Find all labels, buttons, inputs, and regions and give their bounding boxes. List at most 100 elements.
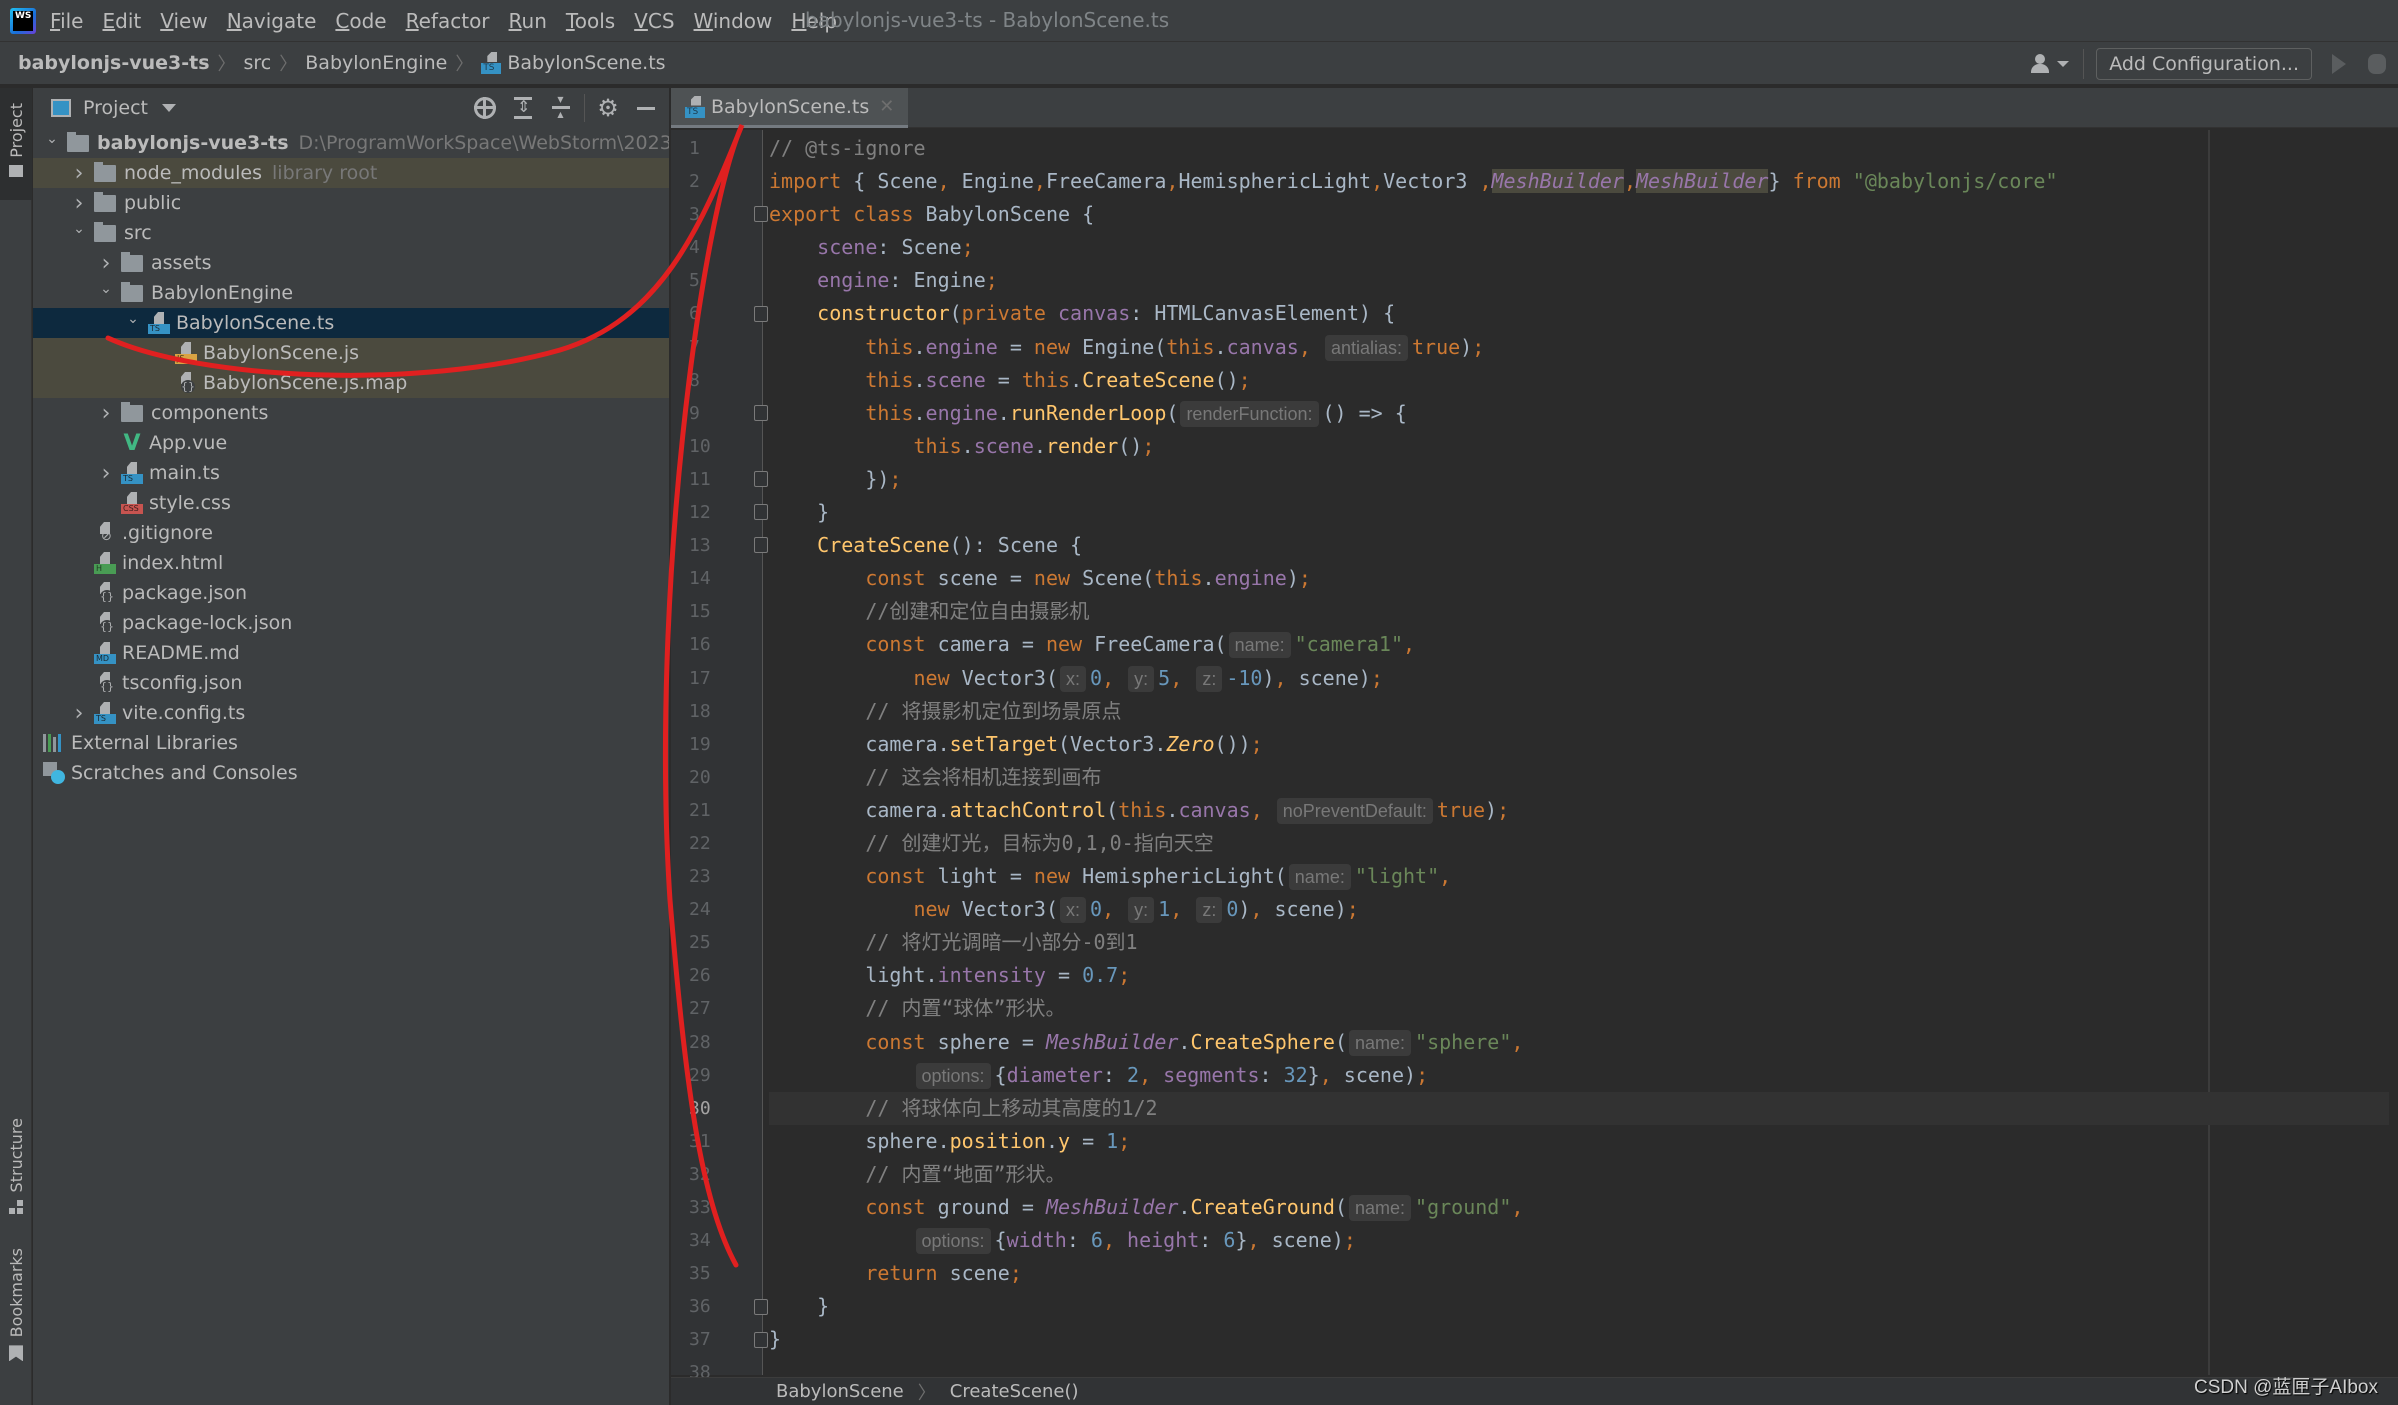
tree-item[interactable]: ⌄ BabylonEngine [33,278,669,308]
tree-item[interactable]: JS BabylonScene.js [33,338,669,368]
tree-item[interactable]: BabylonScene.js.map [33,368,669,398]
code-line[interactable]: // 这会将相机连接到画布 [769,761,2389,794]
collapse-all-button[interactable] [542,88,580,128]
code-lines[interactable]: // @ts-ignore import { Scene, Engine,Free… [769,132,2389,1390]
chevron-down-icon[interactable]: ⌄ [70,221,88,237]
code-line[interactable]: new Vector3(x: 0, y: 5, z: -10), scene); [769,662,2389,695]
code-line[interactable]: const scene = new Scene(this.engine); [769,562,2389,595]
tool-tab-project[interactable]: Project [0,88,32,200]
code-line[interactable]: // 将摄影机定位到场景原点 [769,695,2389,728]
chevron-right-icon[interactable]: › [70,701,88,726]
close-icon[interactable]: ✕ [879,96,894,117]
tool-tab-bookmarks[interactable]: Bookmarks [0,1248,32,1369]
fold-icon[interactable] [754,504,768,521]
menu-code[interactable]: Code [335,9,386,33]
code-line[interactable]: this.scene.render(); [769,430,2389,463]
add-configuration-button[interactable]: Add Configuration... [2096,48,2312,80]
fold-icon[interactable] [754,305,768,322]
tree-item[interactable]: ⌄ src [33,218,669,248]
tree-item[interactable]: V App.vue [33,428,669,458]
menu-tools[interactable]: Tools [566,9,615,33]
chevron-right-icon[interactable]: › [97,401,115,426]
chevron-down-icon[interactable] [2057,61,2070,67]
chevron-right-icon[interactable]: › [97,251,115,276]
tab-babylonscene-ts[interactable]: TS BabylonScene.ts ✕ [671,88,909,128]
chevron-down-icon[interactable] [162,104,177,112]
code-line[interactable]: this.scene = this.CreateScene(); [769,364,2389,397]
code-line[interactable]: //创建和定位自由摄影机 [769,595,2389,628]
code-line[interactable]: const sphere = MeshBuilder.CreateSphere(… [769,1026,2389,1059]
chevron-down-icon[interactable]: ⌄ [43,131,61,147]
chevron-right-icon[interactable]: › [70,161,88,186]
tree-item[interactable]: tsconfig.json [33,668,669,698]
hide-panel-button[interactable] [627,88,665,128]
code-line[interactable]: CreateScene(): Scene { [769,529,2389,562]
tree-item[interactable]: package.json [33,578,669,608]
breadcrumb-src[interactable]: src [244,52,272,74]
code-line[interactable]: constructor(private canvas: HTMLCanvasEl… [769,297,2389,330]
tree-item[interactable]: External Libraries [33,728,669,758]
code-line[interactable]: light.intensity = 0.7; [769,959,2389,992]
code-area[interactable]: 1 2 3 4 5 6 7 8 9 10 11 12 13 14 15 16 17 18 19 20 21 22 23 24 2… [671,130,2398,1402]
menu-window[interactable]: Window [694,9,773,33]
menu-run[interactable]: Run [509,9,547,33]
tree-item[interactable]: ⌄ TS BabylonScene.ts [33,308,669,338]
tree-item[interactable]: MD README.md [33,638,669,668]
code-line[interactable]: engine: Engine; [769,264,2389,297]
code-line[interactable]: this.engine = new Engine(this.canvas, an… [769,331,2389,364]
tree-item[interactable]: Hindex.html [33,548,669,578]
code-line[interactable]: // 内置“地面”形状。 [769,1158,2389,1191]
code-line[interactable]: // 将灯光调暗一小部分-0到1 [769,926,2389,959]
code-line[interactable]: // 将球体向上移动其高度的1/2 [769,1091,2389,1125]
code-line[interactable]: new Vector3(x: 0, y: 1, z: 0), scene); [769,893,2389,926]
code-line[interactable]: camera.attachControl(this.canvas, noPrev… [769,794,2389,827]
chevron-right-icon[interactable]: › [70,191,88,216]
code-line[interactable]: } [769,1290,2389,1323]
code-line[interactable]: options: {diameter: 2, segments: 32}, sce… [769,1059,2389,1092]
options-button[interactable]: ⚙ [589,88,627,128]
code-line[interactable]: options: {width: 6, height: 6}, scene); [769,1224,2389,1257]
editor-breadcrumb-class[interactable]: BabylonScene [776,1381,904,1402]
tree-item[interactable]: › assets [33,248,669,278]
code-line[interactable]: const light = new HemisphericLight(name:… [769,860,2389,893]
code-line[interactable]: } [769,1323,2389,1356]
locate-file-button[interactable] [466,88,504,128]
tree-item[interactable]: › TS vite.config.ts [33,698,669,728]
fold-icon[interactable] [754,206,768,223]
user-icon[interactable] [2031,54,2053,74]
code-line[interactable]: this.engine.runRenderLoop(renderFunction… [769,397,2389,430]
code-line[interactable]: export class BabylonScene { [769,198,2389,231]
code-line[interactable]: // @ts-ignore [769,132,2389,165]
fold-icon[interactable] [754,537,768,554]
code-line[interactable]: const camera = new FreeCamera(name: "came… [769,628,2389,661]
fold-icon[interactable] [754,404,768,421]
code-line[interactable]: // 内置“球体”形状。 [769,992,2389,1025]
breadcrumb-file[interactable]: TS BabylonScene.ts [481,52,666,74]
tree-item[interactable]: › public [33,188,669,218]
chevron-down-icon[interactable]: ⌄ [124,311,142,327]
tree-item[interactable]: package-lock.json [33,608,669,638]
fold-icon[interactable] [754,1298,768,1315]
tree-item[interactable]: › components [33,398,669,428]
code-line[interactable]: // 创建灯光，目标为0,1,0-指向天空 [769,827,2389,860]
code-line[interactable]: const ground = MeshBuilder.CreateGround(… [769,1191,2389,1224]
menu-refactor[interactable]: Refactor [406,9,490,33]
code-line[interactable]: camera.setTarget(Vector3.Zero()); [769,728,2389,761]
editor-breadcrumb-method[interactable]: CreateScene() [950,1381,1079,1402]
code-line[interactable]: scene: Scene; [769,231,2389,264]
tree-item[interactable]: › TS main.ts [33,458,669,488]
menu-edit[interactable]: Edit [102,9,141,33]
code-line[interactable]: import { Scene, Engine,FreeCamera,Hemisp… [769,165,2389,198]
debug-icon[interactable] [2368,54,2386,74]
tree-item[interactable]: › node_modules library root [33,158,669,188]
chevron-down-icon[interactable]: ⌄ [97,281,115,297]
menu-view[interactable]: View [160,9,207,33]
fold-icon[interactable] [754,471,768,487]
tree-item[interactable]: .gitignore [33,518,669,548]
expand-all-button[interactable] [504,88,542,128]
breadcrumb-babylonengine[interactable]: BabylonEngine [305,52,447,74]
menu-vcs[interactable]: VCS [634,9,674,33]
fold-icon[interactable] [754,1331,768,1348]
tool-tab-structure[interactable]: Structure [0,1118,32,1222]
breadcrumb-project[interactable]: babylonjs-vue3-ts [18,52,210,74]
